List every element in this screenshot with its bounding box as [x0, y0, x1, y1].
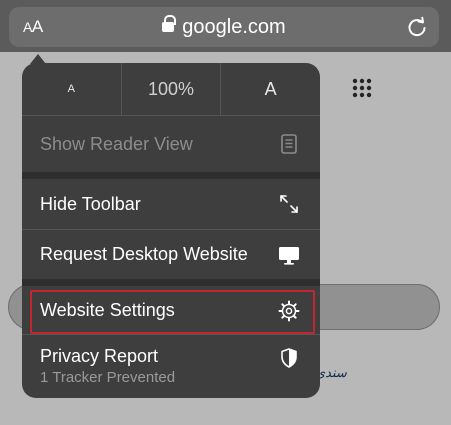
lock-icon: [162, 15, 177, 34]
menu-group-separator: [22, 279, 320, 286]
page-settings-menu: A 100% A Show Reader View Hide Toolbar R…: [22, 63, 320, 398]
tracker-count-label: 1 Tracker Prevented: [40, 369, 176, 386]
increase-text-size-button[interactable]: A: [220, 63, 320, 115]
privacy-report-item[interactable]: Privacy Report 1 Tracker Prevented: [22, 334, 320, 398]
url-text: google.com: [182, 16, 286, 38]
address-bar[interactable]: AA google.com: [9, 7, 439, 47]
resize-arrows-icon: [280, 195, 298, 213]
decrease-text-size-button[interactable]: A: [22, 63, 121, 115]
highlight-annotation-box: [30, 290, 315, 334]
desktop-icon: [279, 247, 299, 265]
show-reader-view-item[interactable]: Show Reader View: [22, 115, 320, 172]
menu-item-label: Privacy Report: [40, 346, 159, 366]
shield-icon: [281, 348, 297, 368]
reader-view-icon: [281, 134, 297, 154]
hide-toolbar-item[interactable]: Hide Toolbar: [22, 179, 320, 229]
url-display[interactable]: google.com: [9, 14, 439, 40]
zoom-controls: A 100% A: [22, 63, 320, 115]
reload-icon[interactable]: [406, 16, 428, 38]
menu-group-separator: [22, 172, 320, 179]
browser-toolbar: AA google.com: [0, 0, 451, 52]
zoom-level[interactable]: 100%: [120, 63, 221, 115]
request-desktop-website-item[interactable]: Request Desktop Website: [22, 229, 320, 279]
